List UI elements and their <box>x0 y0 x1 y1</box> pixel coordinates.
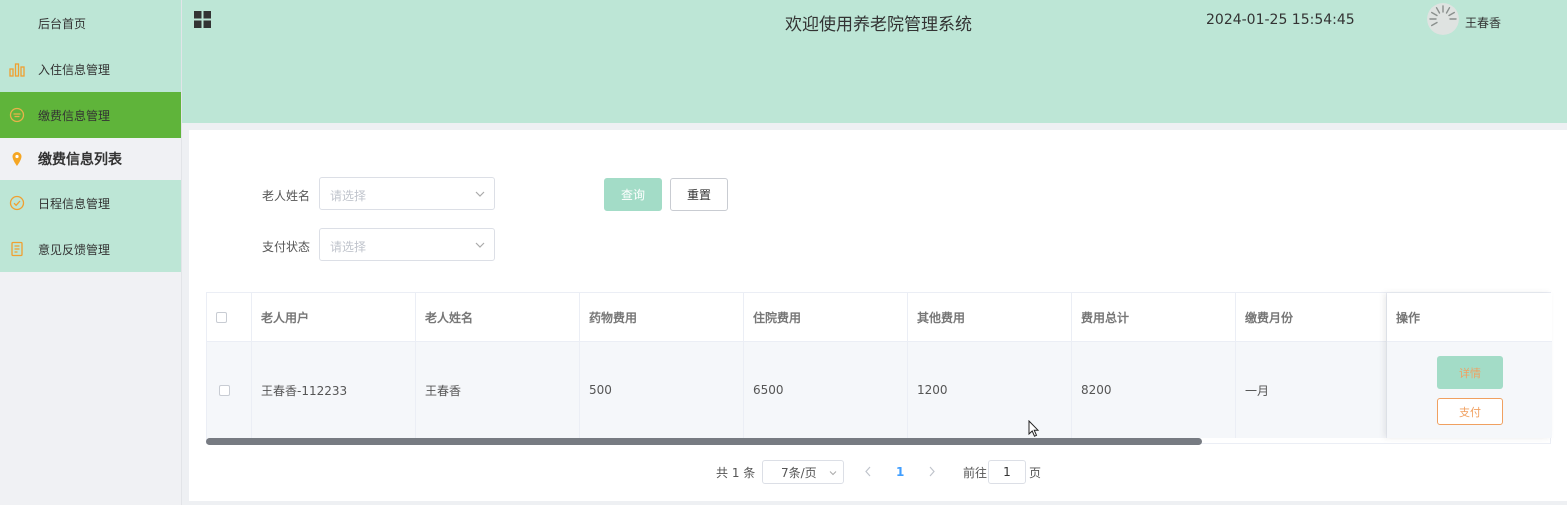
sidebar-menu-lower: 日程信息管理 意见反馈管理 <box>0 180 181 272</box>
query-button[interactable]: 查询 <box>604 178 662 211</box>
sidebar-item-home[interactable]: 后台首页 <box>0 0 181 46</box>
column-header: 其他费用 <box>908 293 1072 341</box>
table-row: 王春香-112233 王春香 500 6500 1200 8200 一月 <box>207 342 1552 438</box>
check-circle-icon <box>9 195 25 211</box>
name-select-placeholder: 请选择 <box>330 189 367 203</box>
header-checkbox-cell <box>207 293 252 341</box>
status-select[interactable]: 请选择 <box>319 228 495 261</box>
cell-name: 王春香 <box>416 342 580 438</box>
prev-page-icon[interactable] <box>864 466 872 477</box>
sidebar-item-label: 缴费信息管理 <box>38 108 111 123</box>
sidebar-item-payment-list[interactable]: 缴费信息列表 <box>0 138 181 180</box>
sidebar-item-label: 意见反馈管理 <box>38 242 111 257</box>
main-content: 老人姓名 请选择 查询 重置 支付状态 请选择 老人用户 老人姓名 药物费用 住… <box>189 130 1567 501</box>
column-header: 费用总计 <box>1072 293 1236 341</box>
document-icon <box>11 241 23 257</box>
row-checkbox[interactable] <box>219 384 230 396</box>
sidebar-item-checkin[interactable]: 入住信息管理 <box>0 46 181 92</box>
cell-other: 1200 <box>908 342 1072 438</box>
sidebar-item-label: 日程信息管理 <box>38 196 111 211</box>
cell-total: 8200 <box>1072 342 1236 438</box>
column-header: 老人姓名 <box>416 293 580 341</box>
filter-status-label: 支付状态 <box>262 240 311 254</box>
sidebar-item-schedule[interactable]: 日程信息管理 <box>0 180 181 226</box>
goto-page-input[interactable]: 1 <box>988 460 1026 484</box>
column-header: 住院费用 <box>744 293 908 341</box>
reset-button[interactable]: 重置 <box>670 178 728 211</box>
select-all-checkbox[interactable] <box>216 311 227 323</box>
username: 王春香 <box>1465 16 1502 30</box>
operations-column: 操作 详情 支付 <box>1387 293 1552 438</box>
pay-button[interactable]: 支付 <box>1437 398 1503 425</box>
status-select-placeholder: 请选择 <box>330 240 367 254</box>
detail-button[interactable]: 详情 <box>1437 356 1503 389</box>
filter-name-label: 老人姓名 <box>262 189 311 203</box>
sidebar-menu: 后台首页 入住信息管理 缴费信息管理 <box>0 0 181 138</box>
column-header: 缴费月份 <box>1236 293 1387 341</box>
page-number-current[interactable]: 1 <box>896 460 904 484</box>
sidebar-item-label: 后台首页 <box>38 16 87 31</box>
chevron-down-icon <box>829 471 837 476</box>
chevron-down-icon <box>475 242 485 248</box>
name-select[interactable]: 请选择 <box>319 177 495 210</box>
column-header: 操作 <box>1387 293 1552 342</box>
row-checkbox-cell <box>207 342 252 438</box>
sidebar-item-feedback[interactable]: 意见反馈管理 <box>0 226 181 272</box>
sidebar: 后台首页 入住信息管理 缴费信息管理 缴费信息列表 日程信息管理 意见反馈管理 <box>0 0 182 505</box>
cell-user: 王春香-112233 <box>252 342 416 438</box>
horizontal-scrollbar[interactable] <box>206 438 1202 445</box>
sidebar-item-label: 入住信息管理 <box>38 62 111 77</box>
page-title: 欢迎使用养老院管理系统 <box>785 15 972 35</box>
avatar[interactable] <box>1427 3 1459 35</box>
divider <box>182 123 1567 129</box>
cell-hospital: 6500 <box>744 342 908 438</box>
mouse-cursor-icon <box>1028 420 1040 437</box>
column-header: 药物费用 <box>580 293 744 341</box>
sidebar-item-payment[interactable]: 缴费信息管理 <box>0 92 181 138</box>
cell-month: 一月 <box>1236 342 1387 438</box>
header: 欢迎使用养老院管理系统 2024-01-25 15:54:45 王春香 <box>182 0 1567 123</box>
bar-chart-icon <box>9 63 25 77</box>
goto-prefix: 前往 <box>963 465 988 480</box>
goto-suffix: 页 <box>1029 465 1042 480</box>
page-size-select[interactable]: 7条/页 <box>762 460 844 484</box>
column-header: 老人用户 <box>252 293 416 341</box>
chevron-down-icon <box>475 191 485 197</box>
next-page-icon[interactable] <box>928 466 936 477</box>
cell-medicine: 500 <box>580 342 744 438</box>
pagination-total: 共 1 条 <box>716 465 756 480</box>
page-size-value: 7条/页 <box>781 465 817 480</box>
table-header: 老人用户 老人姓名 药物费用 住院费用 其他费用 费用总计 缴费月份 <box>207 293 1552 342</box>
sidebar-item-label: 缴费信息列表 <box>38 152 122 168</box>
datetime-display: 2024-01-25 15:54:45 <box>1206 12 1355 28</box>
payment-table: 老人用户 老人姓名 药物费用 住院费用 其他费用 费用总计 缴费月份 王春香-1… <box>206 292 1552 444</box>
location-pin-icon <box>12 152 22 166</box>
wallet-icon <box>9 107 25 123</box>
